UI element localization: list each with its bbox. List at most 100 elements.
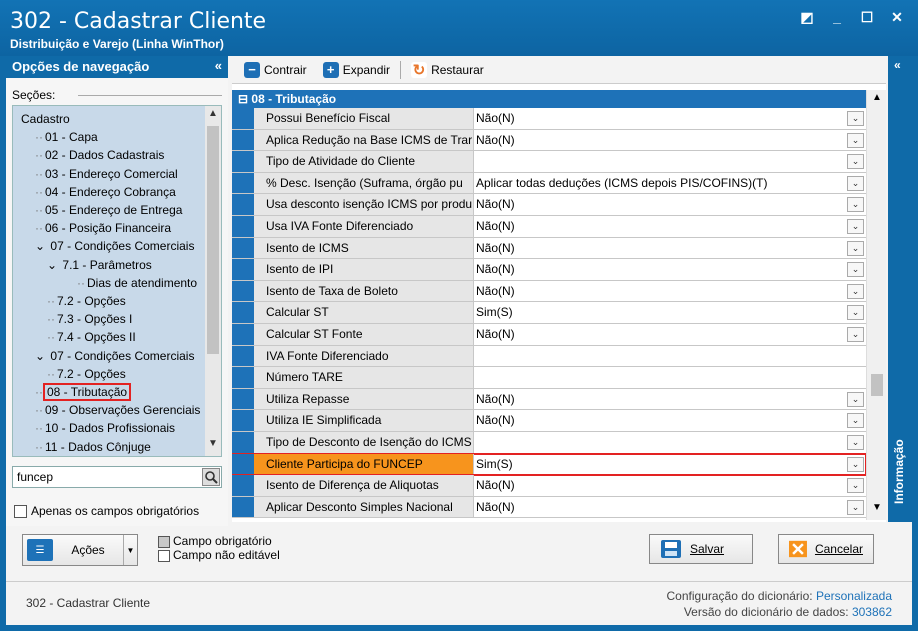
chevron-down-icon[interactable]: ⌄ [847, 154, 864, 170]
save-button[interactable]: Salvar [649, 534, 753, 564]
close-icon[interactable]: ✕ [890, 9, 904, 25]
property-value[interactable]: Não(N) [474, 108, 866, 129]
property-value[interactable]: Não(N) [474, 259, 866, 280]
chevron-down-icon[interactable]: ⌄ [847, 132, 864, 148]
chevron-down-icon[interactable]: ⌄ [847, 391, 864, 407]
property-value[interactable] [474, 432, 866, 453]
chevron-down-icon[interactable]: ⌄ [35, 349, 48, 363]
expandir-button[interactable]: + Expandir [317, 61, 396, 78]
tree-item[interactable]: ·· 11 - Dados Cônjuge [35, 438, 153, 456]
property-value[interactable]: Sim(S) [474, 302, 866, 323]
chevron-down-icon[interactable]: ⌄ [847, 197, 864, 213]
chevron-down-icon[interactable]: ⌄ [847, 478, 864, 494]
property-value[interactable] [474, 367, 866, 388]
chevron-down-icon[interactable]: ⌄ [847, 262, 864, 278]
tree-item[interactable]: ·· 02 - Dados Cadastrais [35, 146, 166, 164]
grid-scroll-down-icon[interactable]: ▼ [867, 502, 886, 518]
property-row[interactable]: Número TARE [232, 367, 866, 389]
property-row[interactable]: Tipo de Atividade do Cliente ⌄ [232, 151, 866, 173]
property-value[interactable]: Não(N) [474, 281, 866, 302]
restaurar-button[interactable]: ↻ Restaurar [405, 61, 490, 79]
tree-item[interactable]: ·· 03 - Endereço Comercial [35, 165, 180, 183]
tree-item[interactable]: ·· Dias de atendimento [77, 274, 199, 292]
collapse-nav-icon[interactable]: « [215, 58, 222, 73]
property-row[interactable]: Isento de Diferença de Aliquotas Não(N) ⌄ [232, 475, 866, 497]
property-value[interactable] [474, 346, 866, 367]
tree-item[interactable]: ·· 7.3 - Opções I [47, 310, 134, 328]
required-only-option[interactable]: Apenas os campos obrigatórios [14, 504, 199, 518]
tree-item[interactable]: ⌄ 07 - Condições Comerciais [35, 347, 196, 365]
property-row[interactable]: Isento de ICMS Não(N) ⌄ [232, 237, 866, 260]
chevron-down-icon[interactable]: ⌄ [847, 175, 864, 191]
property-value[interactable]: Não(N) [474, 497, 866, 518]
chevron-down-icon[interactable]: ⌄ [847, 111, 864, 126]
property-row[interactable]: % Desc. Isenção (Suframa, órgão pu Aplica… [232, 172, 866, 195]
property-value[interactable]: Não(N) [474, 238, 866, 259]
scroll-down-icon[interactable]: ▼ [205, 438, 221, 454]
property-row[interactable]: Utiliza IE Simplificada Não(N) ⌄ [232, 410, 866, 432]
property-value[interactable]: Sim(S) [474, 454, 866, 475]
tree-item[interactable]: ·· 05 - Endereço de Entrega [35, 201, 184, 219]
property-value[interactable]: Não(N) [474, 216, 866, 237]
property-row[interactable]: Cliente Participa do FUNCEP Sim(S) ⌄ [232, 452, 867, 477]
tree-item[interactable]: ⌄ 7.1 - Parâmetros [47, 256, 154, 274]
restore-icon[interactable]: ◩ [800, 9, 814, 25]
maximize-icon[interactable]: ☐ [860, 9, 874, 25]
tree-item[interactable]: Cadastro [19, 110, 72, 128]
property-row[interactable]: Aplica Redução na Base ICMS de Trar Não(N… [232, 129, 866, 152]
acoes-button[interactable]: ☰ Ações ▼ [22, 534, 138, 566]
grid-scrollbar[interactable]: ▲ ▼ [866, 90, 886, 520]
search-button[interactable] [202, 468, 220, 486]
tree-item[interactable]: ·· 06 - Posição Financeira [35, 219, 173, 237]
chevron-down-icon[interactable]: ⌄ [847, 456, 864, 472]
tree-item[interactable]: ·· 7.4 - Opções II [47, 328, 138, 346]
required-only-checkbox[interactable] [14, 504, 27, 518]
cancel-button[interactable]: Cancelar [778, 534, 874, 564]
tree-item[interactable]: ·· 09 - Observações Gerenciais [35, 401, 202, 419]
tree-scrollbar[interactable]: ▲ ▼ [205, 106, 221, 456]
property-row[interactable]: Tipo de Desconto de Isenção do ICMS ⌄ [232, 432, 866, 454]
property-row[interactable]: Calcular ST Sim(S) ⌄ [232, 302, 866, 324]
chevron-down-icon[interactable]: ⌄ [847, 240, 864, 256]
contrair-button[interactable]: − Contrair [238, 61, 313, 78]
property-row[interactable]: Isento de IPI Não(N) ⌄ [232, 259, 866, 281]
property-value[interactable]: Não(N) [474, 194, 866, 215]
tree-item[interactable]: ·· 7.2 - Opções [47, 365, 128, 383]
search-input[interactable] [13, 467, 197, 487]
chevron-down-icon[interactable]: ⌄ [847, 413, 864, 429]
tree-item[interactable]: ·· 10 - Dados Profissionais [35, 419, 177, 437]
category-header[interactable]: ⊟ 08 - Tributação [232, 90, 886, 108]
property-row[interactable]: Isento de Taxa de Boleto Não(N) ⌄ [232, 280, 866, 303]
chevron-down-icon[interactable]: ⌄ [847, 435, 864, 450]
chevron-down-icon[interactable]: ⌄ [847, 327, 864, 342]
property-row[interactable]: IVA Fonte Diferenciado [232, 345, 866, 368]
expand-info-icon[interactable]: « [894, 58, 901, 72]
chevron-down-icon[interactable]: ⌄ [847, 499, 864, 515]
scroll-up-icon[interactable]: ▲ [205, 108, 221, 124]
tree-item[interactable]: ·· 08 - Tributação [35, 383, 132, 401]
sections-tree[interactable]: ·· 11 - Dados Cônjuge ·· 10 - Dados Profiss… [12, 105, 222, 457]
property-row[interactable]: Aplicar Desconto Simples Nacional Não(N) ⌄ [232, 496, 866, 519]
minimize-icon[interactable]: _ [830, 9, 844, 25]
property-row[interactable]: Usa IVA Fonte Diferenciado Não(N) ⌄ [232, 216, 866, 238]
chevron-down-icon[interactable]: ⌄ [847, 219, 864, 234]
property-row[interactable]: Possui Benefício Fiscal Não(N) ⌄ [232, 108, 866, 130]
property-value[interactable]: Não(N) [474, 475, 866, 496]
property-value[interactable] [474, 151, 866, 172]
tree-item[interactable]: ·· 01 - Capa [35, 128, 100, 146]
tree-item[interactable]: ⌄ 07 - Condições Comerciais [35, 237, 196, 255]
chevron-down-icon[interactable]: ⌄ [847, 305, 864, 321]
chevron-down-icon[interactable]: ⌄ [847, 283, 864, 299]
tree-scroll-thumb[interactable] [207, 126, 219, 354]
chevron-down-icon[interactable]: ⌄ [35, 239, 48, 253]
property-value[interactable]: Não(N) [474, 130, 866, 151]
grid-scroll-up-icon[interactable]: ▲ [867, 92, 886, 108]
property-row[interactable]: Usa desconto isenção ICMS por produ Não(N… [232, 194, 866, 216]
tree-item[interactable]: ·· 7.2 - Opções [47, 292, 128, 310]
config-value[interactable]: Personalizada [816, 589, 892, 603]
tree-item[interactable]: ·· 04 - Endereço Cobrança [35, 183, 178, 201]
grid-scroll-thumb[interactable] [871, 374, 883, 396]
property-value[interactable]: Não(N) [474, 324, 866, 345]
acoes-dropdown-icon[interactable]: ▼ [123, 535, 137, 565]
property-value[interactable]: Não(N) [474, 389, 866, 410]
